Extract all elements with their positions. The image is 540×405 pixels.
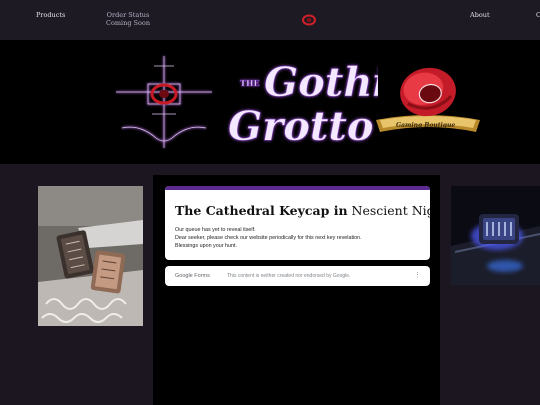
nav-coming-soon-label: Coming Soon	[106, 19, 151, 27]
svg-text:Grotto: Grotto	[228, 103, 374, 150]
nav-about-link[interactable]: About	[470, 11, 490, 19]
form-accent-bar	[165, 186, 430, 190]
google-form-card: The Cathedral Keycap in Nescient Nigredo…	[165, 186, 430, 260]
form-description: Our queue has yet to reveal itself. Dear…	[175, 226, 362, 250]
google-forms-brand[interactable]: Google Forms	[175, 273, 210, 279]
svg-text:Gaming Boutique: Gaming Boutique	[396, 122, 455, 129]
form-title: The Cathedral Keycap in Nescient Nigredo	[175, 203, 430, 218]
svg-text:THE: THE	[240, 78, 260, 88]
form-description-line: Blessings upon your hunt.	[175, 243, 238, 249]
google-forms-footer: Google Forms This content is neither cre…	[165, 266, 430, 286]
red-dice-badge-icon: Gaming Boutique	[376, 67, 480, 132]
red-dice-logo-icon[interactable]	[302, 14, 316, 26]
form-title-bold: The Cathedral Keycap in	[175, 203, 348, 218]
keycap-product-photo-left	[38, 186, 143, 326]
form-description-line: Our queue has yet to reveal itself.	[175, 227, 256, 233]
more-options-icon[interactable]: ⋮	[414, 271, 421, 279]
form-title-rest: Nescient Nigredo	[351, 203, 430, 218]
gothic-grotto-banner: THE Gothic Grotto THE Gothic Grotto Gami…	[0, 40, 540, 164]
google-forms-disclaimer: This content is neither created nor endo…	[227, 273, 351, 279]
nav-order-status-label: Order Status	[106, 11, 150, 19]
gothic-cross-icon	[116, 56, 212, 148]
svg-text:Gothic: Gothic	[264, 59, 378, 106]
nav-products-link[interactable]: Products	[36, 11, 65, 19]
top-nav: Products Order Status Coming Soon About …	[0, 0, 540, 40]
form-description-line: Dear seeker, please check our website pe…	[175, 235, 362, 241]
nav-order-status-link[interactable]: Order Status Coming Soon	[106, 11, 150, 27]
nav-cutoff-link[interactable]: C	[536, 11, 540, 19]
keycap-product-photo-right	[451, 186, 540, 285]
gothic-grotto-title-logo: THE Gothic Grotto THE Gothic Grotto	[228, 59, 378, 151]
